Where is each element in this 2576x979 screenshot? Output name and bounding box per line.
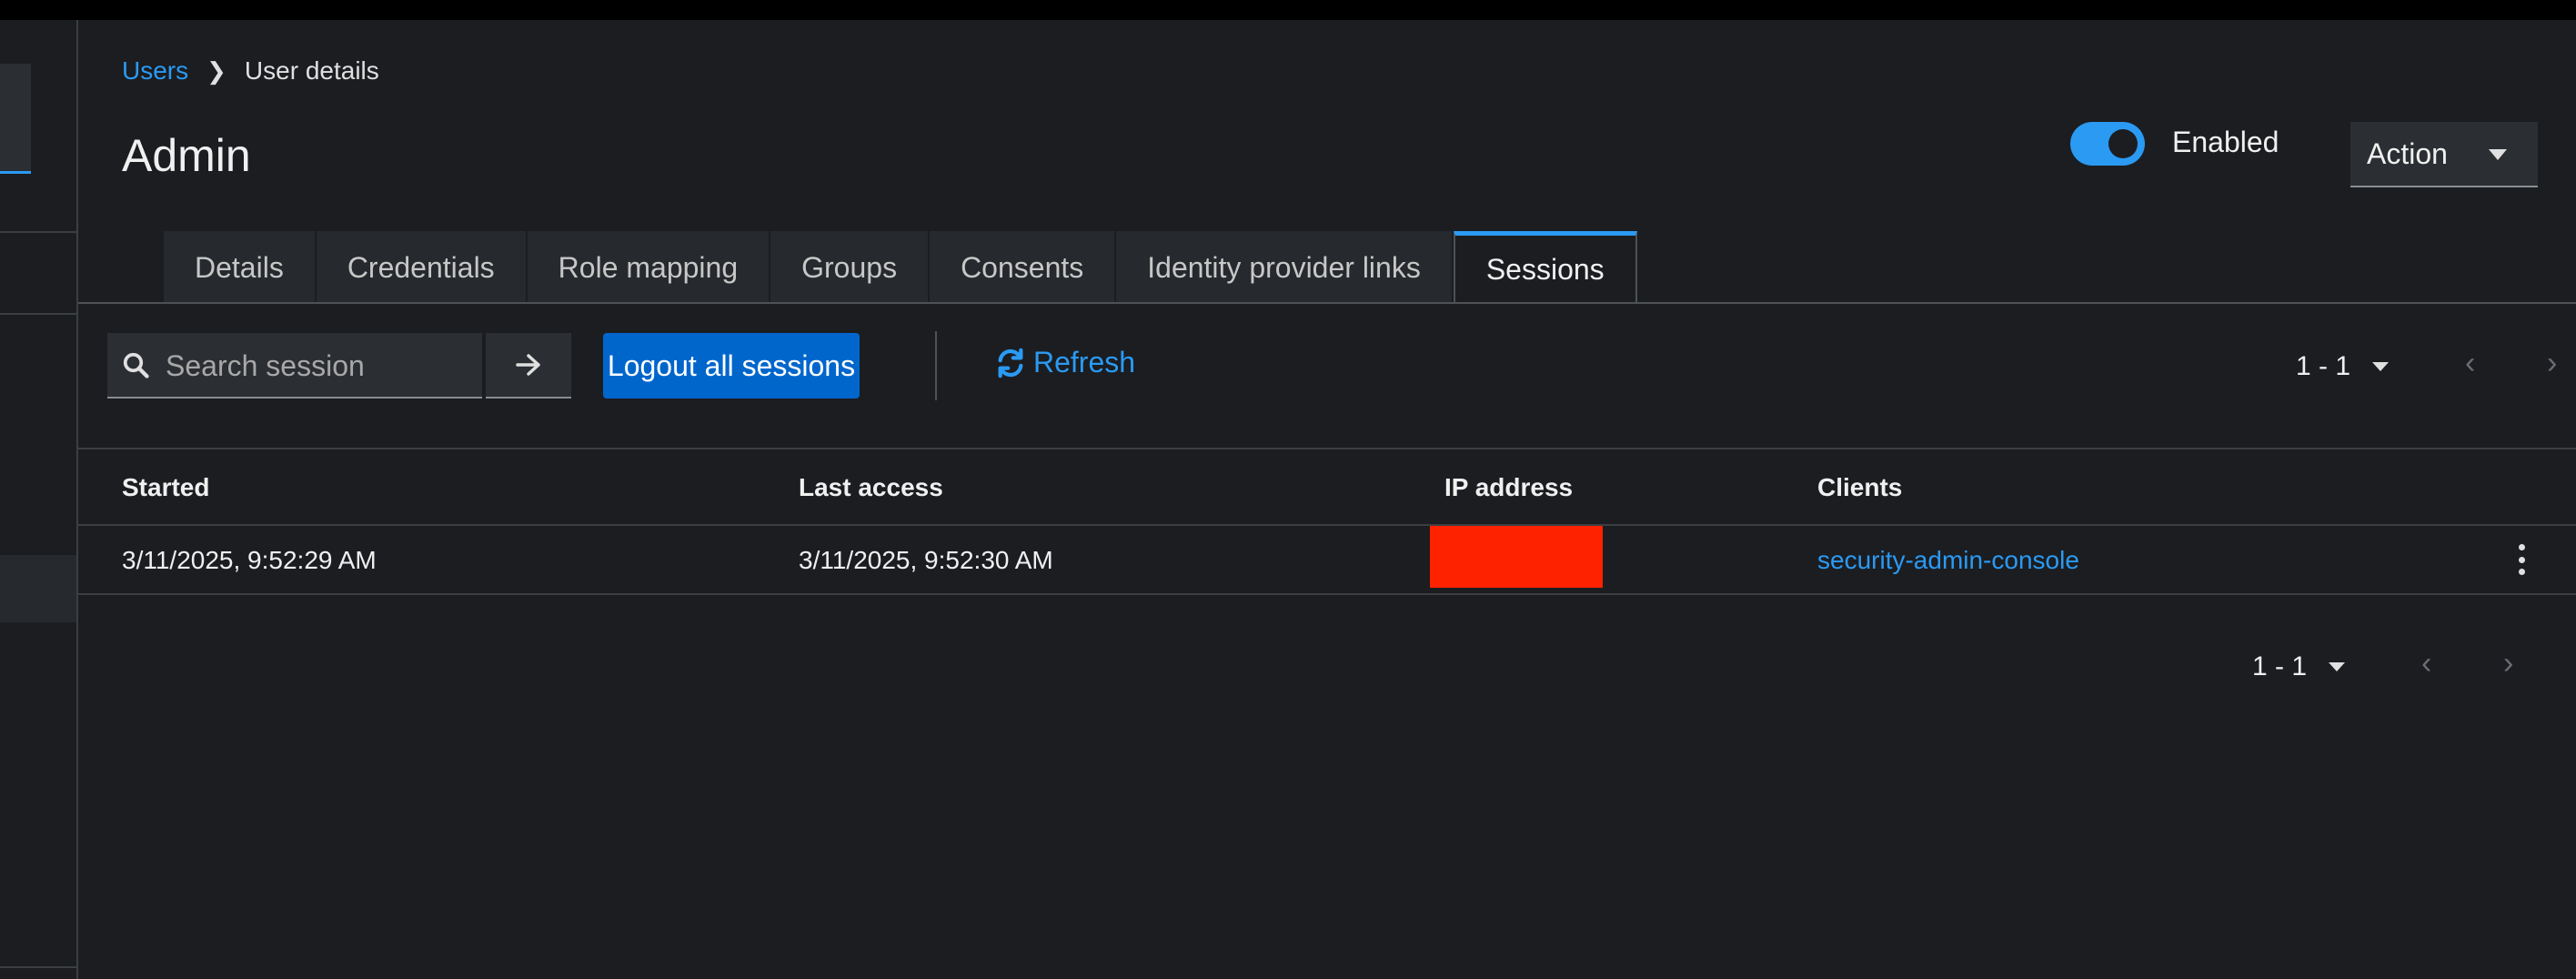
- arrow-right-icon: [516, 354, 540, 376]
- pagination-range: 1 - 1: [2252, 651, 2308, 681]
- enabled-label: Enabled: [2172, 126, 2279, 158]
- pagination-range: 1 - 1: [2296, 351, 2351, 381]
- column-header-started[interactable]: Started: [122, 473, 209, 502]
- column-header-ip-address: IP address: [1444, 473, 1574, 501]
- sidebar-realm-selector[interactable]: [0, 64, 31, 174]
- tab-sessions[interactable]: Sessions: [1453, 231, 1637, 304]
- toolbar-divider: [935, 331, 937, 400]
- tab-details[interactable]: Details: [164, 231, 317, 304]
- breadcrumb: Users ❯ User details: [122, 56, 379, 86]
- sidebar-divider: [0, 313, 76, 315]
- tab-role-mapping[interactable]: Role mapping: [527, 231, 771, 304]
- cell-started: 3/11/2025, 9:52:29 AM: [122, 546, 377, 574]
- chevron-right-icon: ❯: [206, 56, 226, 85]
- client-link[interactable]: security-admin-console: [1817, 546, 2079, 575]
- enabled-toggle[interactable]: [2070, 122, 2145, 166]
- ip-address-redacted: [1430, 526, 1603, 588]
- action-label: Action: [2367, 136, 2448, 170]
- refresh-label: Refresh: [1033, 346, 1136, 378]
- chevron-left-icon[interactable]: ‹: [2465, 346, 2475, 381]
- logout-all-sessions-button[interactable]: Logout all sessions: [603, 333, 860, 399]
- tab-credentials[interactable]: Credentials: [316, 231, 528, 304]
- breadcrumb-current: User details: [244, 56, 379, 85]
- refresh-button[interactable]: Refresh: [995, 346, 1135, 379]
- pagination-bottom[interactable]: 1 - 1: [2252, 651, 2346, 682]
- top-bar: [0, 0, 2576, 20]
- tab-consents[interactable]: Consents: [930, 231, 1117, 304]
- toggle-knob: [2108, 129, 2138, 158]
- action-dropdown[interactable]: Action: [2350, 122, 2538, 187]
- sidebar-divider: [0, 966, 76, 968]
- kebab-icon[interactable]: [2518, 544, 2525, 575]
- chevron-right-icon[interactable]: ›: [2547, 346, 2557, 381]
- search-box: [107, 333, 482, 399]
- sidebar-item-users[interactable]: [0, 555, 76, 622]
- search-submit-button[interactable]: [486, 333, 571, 399]
- table-header: Started Last access IP address Clients: [78, 449, 2576, 526]
- sidebar-divider: [0, 231, 76, 233]
- cell-last-access: 3/11/2025, 9:52:30 AM: [799, 546, 1053, 574]
- tab-identity-provider-links[interactable]: Identity provider links: [1116, 231, 1454, 304]
- main-content: Users ❯ User details Admin Enabled Actio…: [78, 20, 2576, 979]
- column-header-clients: Clients: [1817, 473, 1903, 501]
- tab-groups[interactable]: Groups: [770, 231, 931, 304]
- caret-down-icon: [2489, 149, 2507, 160]
- breadcrumb-users-link[interactable]: Users: [122, 56, 188, 86]
- tab-bar: Details Credentials Role mapping Groups …: [164, 231, 1637, 304]
- caret-down-icon: [2329, 662, 2346, 671]
- page-title: Admin: [122, 130, 251, 181]
- sidebar: [0, 20, 78, 979]
- pagination-top[interactable]: 1 - 1: [2296, 351, 2390, 382]
- table-row: 3/11/2025, 9:52:29 AM 3/11/2025, 9:52:30…: [78, 526, 2576, 595]
- search-icon: [123, 352, 149, 378]
- refresh-icon: [998, 348, 1023, 378]
- caret-down-icon: [2372, 362, 2390, 371]
- chevron-right-icon[interactable]: ›: [2503, 646, 2513, 681]
- chevron-left-icon[interactable]: ‹: [2421, 646, 2431, 681]
- column-header-last-access[interactable]: Last access: [799, 473, 943, 502]
- search-input[interactable]: [164, 333, 477, 399]
